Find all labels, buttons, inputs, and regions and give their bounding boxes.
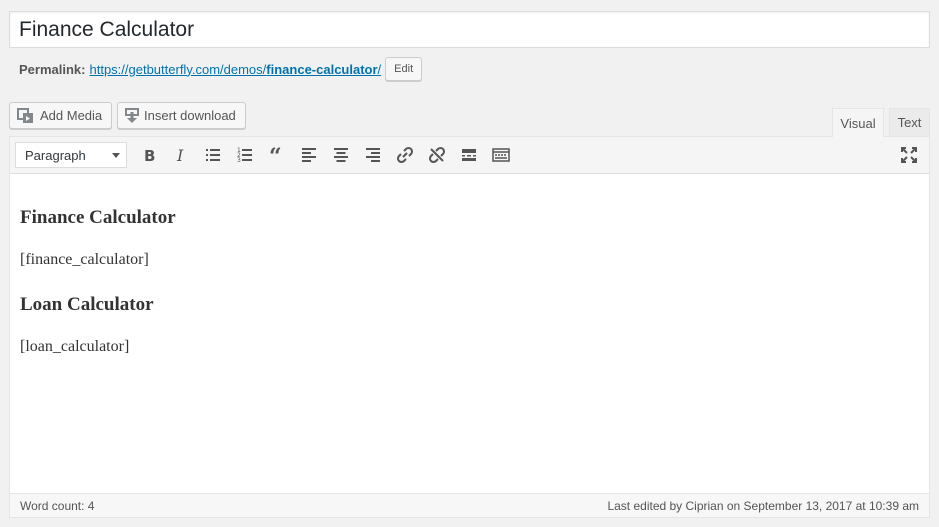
- format-select-value: Paragraph: [25, 147, 86, 163]
- add-media-label: Add Media: [40, 108, 103, 123]
- bullet-list-icon: [206, 149, 220, 161]
- post-title-input[interactable]: [9, 11, 930, 48]
- read-more-button[interactable]: [453, 140, 485, 170]
- add-media-button[interactable]: Add Media: [9, 102, 112, 129]
- fullscreen-button[interactable]: [893, 140, 925, 170]
- svg-text:I: I: [176, 146, 184, 165]
- media-icon: [17, 107, 33, 123]
- toolbar-toggle-icon: [492, 148, 510, 162]
- chevron-down-icon: [112, 153, 120, 158]
- content-shortcode-loan: [loan_calculator]: [20, 338, 130, 355]
- permalink-suffix: /: [377, 61, 382, 77]
- permalink-prefix: https://getbutterfly.com/demos/: [89, 61, 267, 77]
- read-more-icon: [462, 149, 476, 161]
- bold-icon: B: [144, 147, 155, 165]
- align-left-icon: [302, 148, 316, 162]
- svg-text:“: “: [269, 145, 282, 165]
- numbered-list-icon: 123: [237, 147, 252, 164]
- align-right-button[interactable]: [357, 140, 389, 170]
- content-heading-finance: Finance Calculator: [20, 207, 176, 228]
- italic-icon: I: [176, 146, 184, 165]
- blockquote-icon: “: [269, 145, 282, 165]
- word-count: Word count: 4: [20, 498, 95, 513]
- toolbar-toggle-button[interactable]: [485, 140, 517, 170]
- tab-text[interactable]: Text: [889, 108, 930, 136]
- link-icon: [396, 146, 414, 164]
- align-center-button[interactable]: [325, 140, 357, 170]
- editor: Paragraph B I 123 “ Finance Calculator […: [9, 136, 930, 518]
- align-left-button[interactable]: [293, 140, 325, 170]
- unlink-icon: [428, 146, 446, 164]
- numbered-list-button[interactable]: 123: [229, 140, 261, 170]
- permalink-label: Permalink:: [19, 61, 86, 77]
- tab-visual[interactable]: Visual: [832, 108, 884, 137]
- fullscreen-icon: [901, 147, 917, 163]
- content-heading-loan: Loan Calculator: [20, 294, 154, 315]
- bold-button[interactable]: B: [133, 140, 165, 170]
- link-button[interactable]: [389, 140, 421, 170]
- blockquote-button[interactable]: “: [261, 140, 293, 170]
- permalink-row: Permalink: https://getbutterfly.com/demo…: [19, 57, 423, 81]
- editor-toolbar: Paragraph B I 123 “: [10, 137, 929, 174]
- insert-download-label: Insert download: [144, 108, 236, 123]
- permalink-slug: finance-calculator: [266, 61, 378, 77]
- align-center-icon: [334, 148, 348, 162]
- format-select[interactable]: Paragraph: [15, 142, 127, 168]
- insert-download-button[interactable]: Insert download: [117, 102, 246, 129]
- unlink-button[interactable]: [421, 140, 453, 170]
- content-shortcode-finance: [finance_calculator]: [20, 251, 149, 268]
- edit-permalink-button[interactable]: Edit: [385, 57, 423, 81]
- bullet-list-button[interactable]: [197, 140, 229, 170]
- svg-text:B: B: [144, 147, 155, 165]
- editor-statusbar: Word count: 4 Last edited by Ciprian on …: [10, 493, 929, 517]
- editor-content[interactable]: Finance Calculator [finance_calculator] …: [10, 174, 929, 372]
- download-icon: [125, 107, 139, 123]
- italic-button[interactable]: I: [165, 140, 197, 170]
- align-right-icon: [366, 148, 380, 162]
- last-edited: Last edited by Ciprian on September 13, …: [607, 498, 919, 513]
- svg-text:3: 3: [237, 157, 241, 164]
- permalink-link[interactable]: https://getbutterfly.com/demos/finance-c…: [89, 62, 381, 77]
